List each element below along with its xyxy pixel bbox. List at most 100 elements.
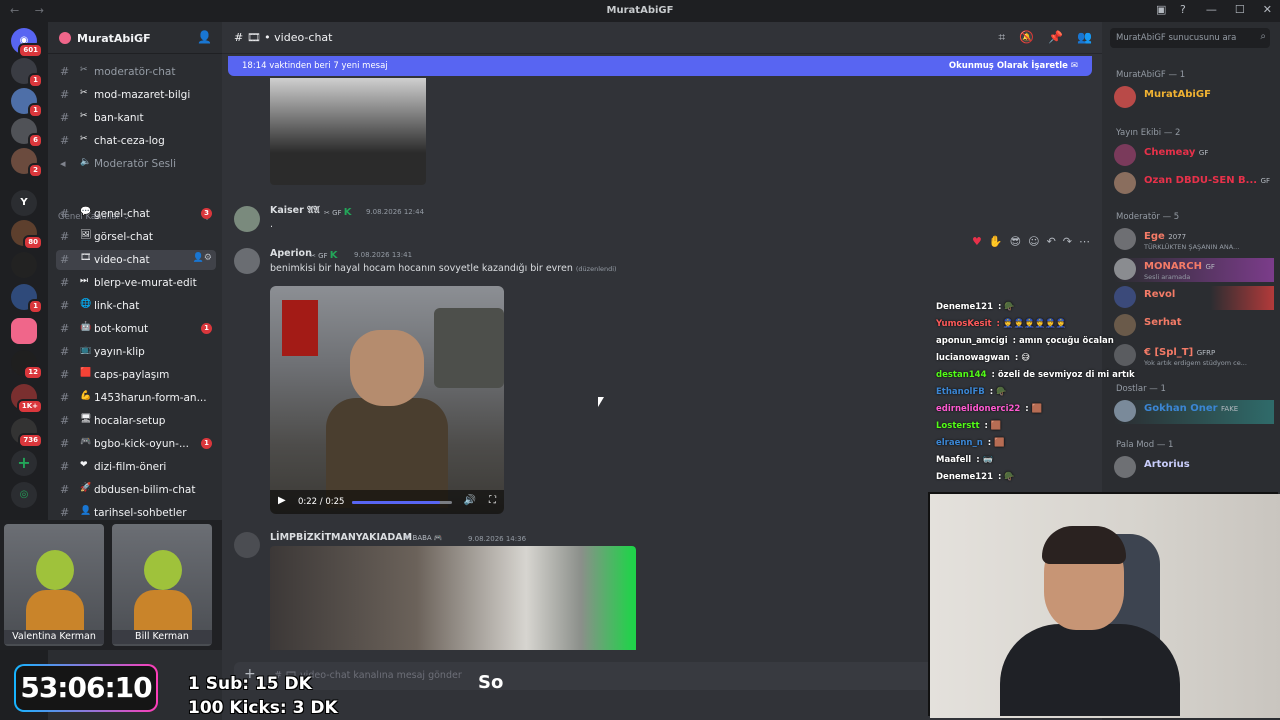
volume-icon[interactable]: 🔊 (464, 495, 476, 506)
unread-badge: 736 (18, 433, 43, 448)
kick-goal-text: 100 Kicks: 3 DK (188, 698, 338, 718)
server-icon[interactable] (11, 252, 37, 278)
server-icon-y[interactable]: Y (11, 190, 37, 216)
maximize-icon[interactable]: ☐ (1235, 3, 1245, 16)
reply-icon[interactable]: ↶ (1047, 235, 1056, 255)
image-attachment[interactable] (270, 546, 636, 650)
member-item[interactable]: Ege 2077 TÜRKLÜKTEN ŞAŞANIN ANA... (1114, 228, 1274, 252)
channel-name: mod-mazaret-bilgi (94, 89, 191, 101)
dm-avatar[interactable]: 6 (11, 118, 43, 148)
member-item[interactable]: Revol (1114, 286, 1274, 310)
mute-icon[interactable]: 🔕 (1019, 30, 1034, 45)
channel-item-video-chat[interactable]: ▶#🎞video-chat👤⚙ (56, 250, 216, 270)
channel-item[interactable]: ▶#🤖bot-komut1 (56, 319, 216, 339)
dm-avatar[interactable]: 2 (11, 148, 43, 178)
avatar[interactable] (234, 206, 260, 232)
hash-icon: # (60, 134, 70, 147)
avatar[interactable] (234, 532, 260, 558)
title-bar: ← → MuratAbiGF ▣ ? — ☐ ✕ (0, 0, 1280, 22)
hash-icon: # (60, 391, 70, 404)
member-item[interactable]: Ozan DBDU-SEN B... GF (1114, 172, 1274, 196)
channel-emoji: ✂ (80, 134, 88, 144)
member-item[interactable]: Serhat (1114, 314, 1274, 338)
fullscreen-icon[interactable]: ⛶ (489, 495, 496, 506)
add-member-icon[interactable]: 👤 (197, 30, 212, 44)
chat-message: 🟫 (990, 421, 1002, 431)
channel-item[interactable]: ▶#🌐link-chat (56, 296, 216, 316)
home-icon[interactable]: ◉ 601 (11, 28, 43, 58)
search-input[interactable]: MuratAbiGF sunucusunu ara ⌕ (1110, 28, 1270, 48)
hash-icon: # (60, 437, 70, 450)
discover-icon[interactable]: ◎ (11, 482, 37, 508)
member-item[interactable]: Chemeay GF (1114, 144, 1274, 168)
channel-item[interactable]: ▶#💬genel-chat3 (56, 204, 216, 224)
reaction-heart-icon[interactable]: ♥ (972, 235, 982, 255)
member-item[interactable]: Artorius (1114, 456, 1274, 480)
server-icon[interactable]: 1K+ (11, 384, 43, 414)
stream-chat-line: elraenn_n : 🟫 (936, 438, 1005, 448)
member-name: Ozan DBDU-SEN B... (1144, 175, 1258, 186)
channel-item[interactable]: ▶#⏭blerp-ve-murat-edit (56, 273, 216, 293)
member-item[interactable]: Gokhan Oner FAKE (1114, 400, 1274, 424)
play-icon[interactable]: ▶ (278, 495, 286, 506)
kerbal-suit (26, 590, 84, 630)
dm-avatar[interactable]: 1 (11, 58, 43, 88)
server-icon[interactable]: 12 (11, 350, 43, 380)
soldier-face (350, 330, 424, 406)
add-server-icon[interactable]: + (11, 450, 37, 476)
reaction-fire-icon[interactable]: ✋ (989, 235, 1003, 255)
server-icon[interactable]: 80 (11, 220, 43, 250)
members-icon[interactable]: 👥 (1077, 30, 1092, 45)
channel-settings-icon[interactable]: 👤⚙ (193, 253, 212, 263)
dm-avatar[interactable]: 1 (11, 88, 43, 118)
minimize-icon[interactable]: — (1206, 3, 1217, 16)
channel-item[interactable]: ▶#📺yayın-klip (56, 342, 216, 362)
server-icon[interactable]: 736 (11, 418, 43, 448)
video-scrubber[interactable] (352, 501, 452, 504)
header-toolbar: ⌗ 🔕 📌 👥 (998, 30, 1092, 45)
mention-badge: 1 (201, 438, 212, 449)
message-author[interactable]: LİMPBİZKİTMANYAKIADAM (270, 532, 412, 543)
help-icon[interactable]: ? (1180, 3, 1186, 16)
threads-icon[interactable]: ⌗ (998, 30, 1005, 45)
hash-icon: # (60, 207, 70, 220)
server-header[interactable]: MuratAbiGF ⌄ 👤 (48, 22, 222, 54)
mark-read-button[interactable]: Okunmuş Olarak İşaretle ✉ (949, 61, 1078, 71)
server-icon-muratabigf[interactable] (11, 318, 37, 344)
channel-item[interactable]: # ✂ chat-ceza-log (56, 131, 216, 151)
channel-item[interactable]: # ✂ mod-mazaret-bilgi (56, 85, 216, 105)
member-item[interactable]: € [Spl_T] GFRP Yok artık erdigem stüdyom … (1114, 344, 1274, 368)
forward-icon[interactable]: ↷ (1063, 235, 1072, 255)
channel-item[interactable]: ▶#🖼görsel-chat (56, 227, 216, 247)
voice-channel-item[interactable]: ◂ 🔈 Moderatör Sesli (56, 154, 216, 174)
channel-item[interactable]: ▶#💪1453harun-form-an... (56, 388, 216, 408)
video-attachment[interactable]: ▶ 0:22 / 0:25 🔊 ⛶ (270, 286, 504, 514)
channel-item[interactable]: ▶#🟥caps-paylaşım (56, 365, 216, 385)
streamer-hair (1042, 526, 1126, 564)
channel-item[interactable]: ▶#🖥hocalar-setup (56, 411, 216, 431)
inbox-icon[interactable]: ▣ (1156, 3, 1166, 16)
channel-item[interactable]: ▶#🎮bgbo-kick-oyun-...1 (56, 434, 216, 454)
mention-badge: 3 (201, 208, 212, 219)
pin-icon[interactable]: 📌 (1048, 30, 1063, 45)
channel-item[interactable]: # ❤ dizi-film-öneri (56, 457, 216, 477)
channel-item[interactable]: # ✂ ban-kanıt (56, 108, 216, 128)
new-messages-banner[interactable]: 18:14 vaktinden beri 7 yeni mesaj Okunmu… (228, 56, 1092, 76)
previous-image-attachment[interactable] (270, 78, 426, 185)
channel-item[interactable]: # 🚀 dbdusen-bilim-chat (56, 480, 216, 500)
avatar[interactable] (234, 248, 260, 274)
server-icon[interactable]: 1 (11, 284, 43, 314)
member-item[interactable]: MuratAbiGF (1114, 86, 1274, 110)
channel-item[interactable]: # ✂ moderatör-chat (56, 62, 216, 82)
message-author[interactable]: Aperion (270, 248, 312, 259)
channel-name: yayın-klip (94, 346, 145, 358)
member-status: Sesli aramada (1144, 273, 1191, 281)
more-icon[interactable]: ⋯ (1079, 235, 1090, 255)
member-item[interactable]: MONARCH GF Sesli aramada (1114, 258, 1274, 282)
add-reaction-icon[interactable]: ☺ (1028, 235, 1039, 255)
role-tag-label: BABA (412, 534, 432, 542)
reaction-cool-icon[interactable]: 😎 (1010, 235, 1021, 255)
author-name: Kaiser 𝔄𝔄 (270, 205, 320, 216)
close-icon[interactable]: ✕ (1263, 3, 1272, 16)
message-author[interactable]: Kaiser 𝔄𝔄 (270, 205, 320, 216)
